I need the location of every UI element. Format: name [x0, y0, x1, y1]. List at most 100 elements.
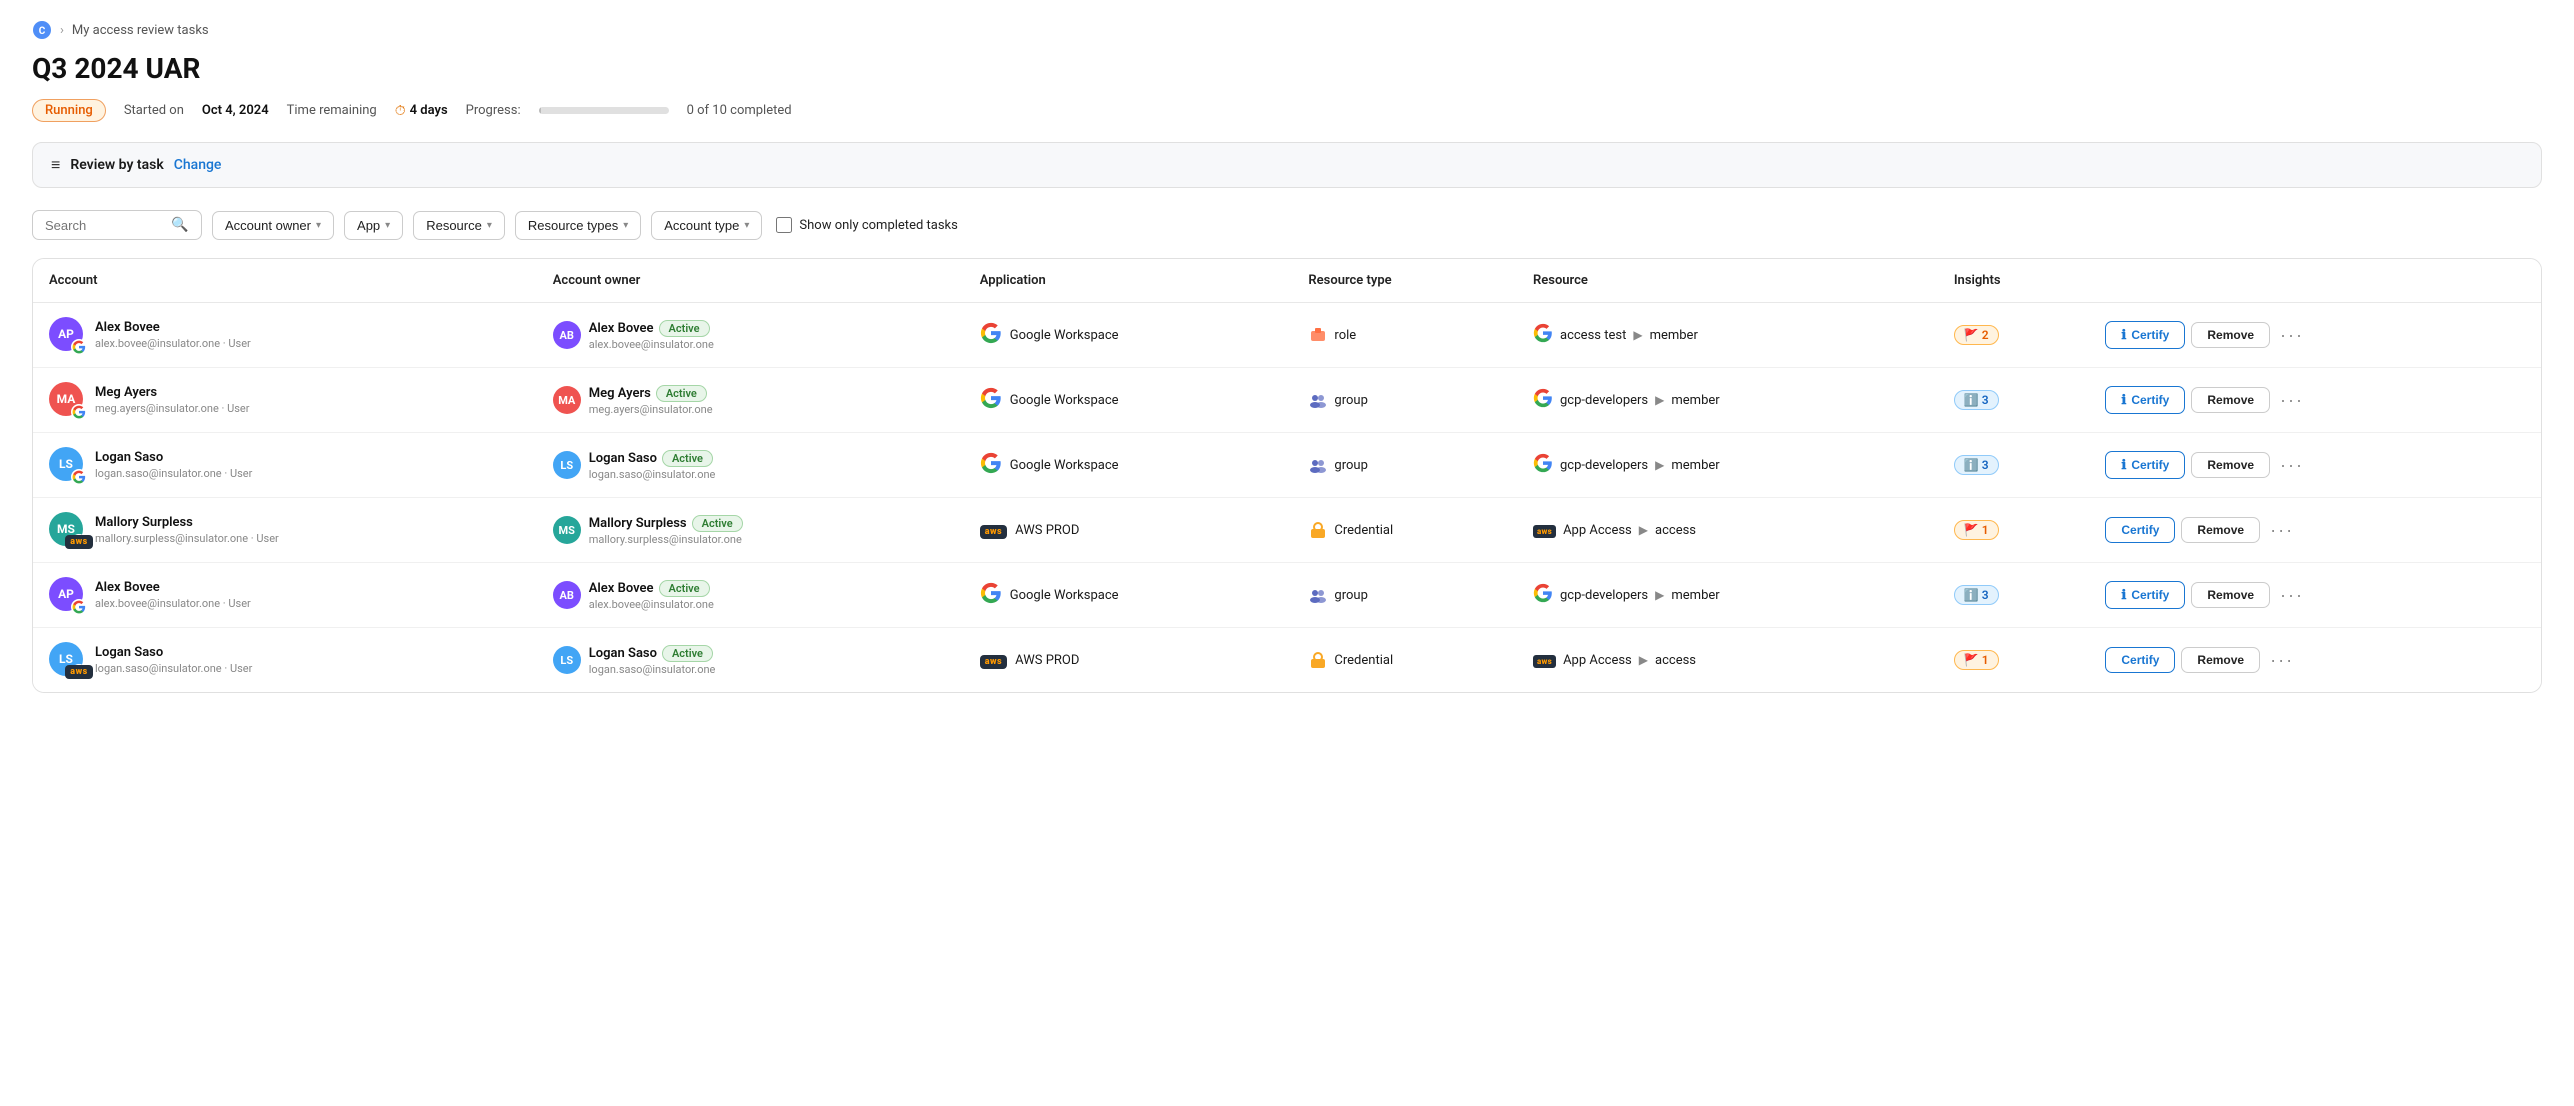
svg-text:C: C [39, 26, 46, 37]
table-header-row: Account Account owner Application Resour… [33, 259, 2541, 303]
resource-suffix: member [1671, 588, 1719, 603]
resource-app-icon: aws [1533, 523, 1556, 538]
more-options-button[interactable]: ··· [2276, 453, 2308, 478]
col-actions [2089, 259, 2541, 303]
more-options-button[interactable]: ··· [2266, 648, 2298, 673]
table-row: MS aws Mallory Surpless mallory.surpless… [33, 498, 2541, 563]
status-badge: Running [32, 99, 106, 122]
resource-suffix: member [1671, 393, 1719, 408]
account-app-badge: aws [71, 664, 87, 680]
search-input[interactable] [45, 218, 165, 233]
account-cell: AP Alex Bovee alex.bovee@insulator.one ·… [33, 563, 537, 628]
review-bar-change[interactable]: Change [174, 157, 222, 173]
certify-info-icon: ℹ [2121, 587, 2126, 603]
insights-info-badge: ℹ️ 3 [1954, 390, 1999, 410]
more-options-button[interactable]: ··· [2276, 583, 2308, 608]
list-icon: ≡ [51, 155, 60, 175]
resource-type-label: group [1334, 458, 1367, 473]
resource-name: access test [1560, 328, 1626, 343]
breadcrumb: C › My access review tasks [32, 20, 2542, 40]
show-completed-label: Show only completed tasks [776, 217, 957, 233]
remove-button[interactable]: Remove [2181, 647, 2260, 673]
status-badge: Active [656, 385, 707, 402]
actions-cell: Certify Remove ··· [2089, 498, 2541, 563]
account-type-filter[interactable]: Account type ▾ [651, 211, 762, 240]
aws-icon: aws [980, 525, 1007, 539]
resource-suffix: member [1650, 328, 1698, 343]
account-email: logan.saso@insulator.one · User [95, 467, 252, 480]
table-row: MA Meg Ayers meg.ayers@insulator.one · U… [33, 368, 2541, 433]
app-name: Google Workspace [1010, 393, 1119, 408]
owner-avatar: AB [553, 581, 581, 609]
chevron-down-icon: ▾ [623, 220, 628, 231]
remove-button[interactable]: Remove [2191, 387, 2270, 413]
owner-cell: MS Mallory Surpless Active mallory.surpl… [537, 498, 964, 563]
certify-button[interactable]: Certify [2105, 517, 2175, 543]
owner-email: mallory.surpless@insulator.one [589, 533, 743, 546]
table-row: AP Alex Bovee alex.bovee@insulator.one ·… [33, 563, 2541, 628]
account-name: Alex Bovee [95, 580, 251, 595]
resource-type-label: group [1334, 588, 1367, 603]
status-badge: Active [662, 450, 713, 467]
resource-type-label: group [1334, 393, 1367, 408]
remove-button[interactable]: Remove [2191, 582, 2270, 608]
account-owner-filter[interactable]: Account owner ▾ [212, 211, 334, 240]
account-app-badge: aws [71, 534, 87, 550]
tasks-table: Account Account owner Application Resour… [32, 258, 2542, 693]
owner-cell: MA Meg Ayers Active meg.ayers@insulator.… [537, 368, 964, 433]
resource-type-cell: role [1292, 303, 1517, 368]
app-icon [980, 452, 1002, 478]
certify-button[interactable]: ℹ Certify [2105, 386, 2185, 414]
resource-arrow: ▶ [1633, 328, 1642, 342]
account-cell: LS Logan Saso logan.saso@insulator.one ·… [33, 433, 537, 498]
chevron-down-icon: ▾ [744, 220, 749, 231]
resource-name: gcp-developers [1560, 458, 1648, 473]
aws-icon: aws [65, 665, 92, 679]
resource-cell: gcp-developers ▶ member [1517, 433, 1938, 498]
certify-button[interactable]: ℹ Certify [2105, 321, 2185, 349]
resource-type-label: role [1334, 328, 1356, 343]
breadcrumb-link[interactable]: My access review tasks [72, 23, 209, 38]
time-remaining-value: 4 days [410, 103, 448, 118]
application-cell: Google Workspace [964, 368, 1293, 433]
app-icon [980, 582, 1002, 608]
chevron-down-icon: ▾ [487, 220, 492, 231]
owner-email: alex.bovee@insulator.one [589, 338, 714, 351]
review-bar-label: Review by task [70, 157, 163, 173]
resource-arrow: ▶ [1639, 523, 1648, 537]
remove-button[interactable]: Remove [2191, 452, 2270, 478]
remove-button[interactable]: Remove [2181, 517, 2260, 543]
more-options-button[interactable]: ··· [2276, 388, 2308, 413]
app-name: AWS PROD [1015, 653, 1079, 668]
owner-avatar: AB [553, 321, 581, 349]
certify-button[interactable]: ℹ Certify [2105, 581, 2185, 609]
app-icon: aws [980, 653, 1007, 668]
owner-email: alex.bovee@insulator.one [589, 598, 714, 611]
remove-button[interactable]: Remove [2191, 322, 2270, 348]
app-filter[interactable]: App ▾ [344, 211, 403, 240]
progress-bar-fill [539, 107, 542, 114]
certify-button[interactable]: ℹ Certify [2105, 451, 2185, 479]
app-name: Google Workspace [1010, 588, 1119, 603]
review-bar: ≡ Review by task Change [32, 142, 2542, 188]
certify-button[interactable]: Certify [2105, 647, 2175, 673]
resource-filter[interactable]: Resource ▾ [413, 211, 505, 240]
chevron-down-icon: ▾ [316, 220, 321, 231]
resource-app-icon [1533, 388, 1553, 413]
show-completed-checkbox[interactable] [776, 217, 792, 233]
resource-type-cell: group [1292, 433, 1517, 498]
owner-name: Mallory Surpless Active [589, 515, 743, 532]
aws-icon: aws [65, 535, 92, 549]
more-options-button[interactable]: ··· [2266, 518, 2298, 543]
status-badge: Active [659, 320, 710, 337]
resource-app-icon [1533, 453, 1553, 478]
status-badge: Active [692, 515, 743, 532]
resource-type-icon [1308, 325, 1328, 345]
account-email: logan.saso@insulator.one · User [95, 662, 252, 675]
resource-types-filter[interactable]: Resource types ▾ [515, 211, 641, 240]
meta-bar: Running Started on Oct 4, 2024 Time rema… [32, 99, 2542, 122]
resource-type-cell: Credential [1292, 628, 1517, 693]
col-application: Application [964, 259, 1293, 303]
account-app-badge [71, 404, 87, 420]
more-options-button[interactable]: ··· [2276, 323, 2308, 348]
